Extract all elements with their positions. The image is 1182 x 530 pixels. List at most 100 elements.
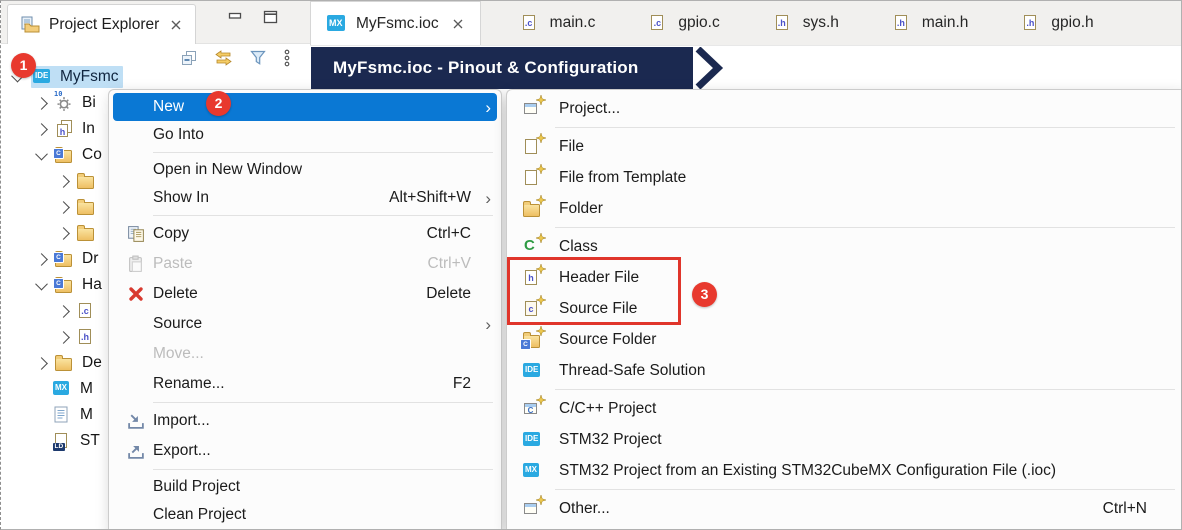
- menu-label: Build Project: [153, 478, 240, 496]
- menu-label: Project...: [559, 100, 620, 118]
- submenu-item-stm32-project-from-ioc[interactable]: MX STM32 Project from an Existing STM32C…: [507, 455, 1182, 486]
- new-other-icon: [523, 500, 543, 518]
- delete-icon: [128, 286, 144, 302]
- menu-item-import[interactable]: Import...: [109, 406, 501, 436]
- submenu-item-c-cpp-project[interactable]: C C/C++ Project: [507, 393, 1182, 424]
- menu-item-delete[interactable]: Delete Delete: [109, 279, 501, 309]
- tab-label: gpio.h: [1051, 14, 1093, 32]
- text-file-icon: [53, 406, 73, 424]
- menu-item-open-in-new-window[interactable]: Open in New Window: [109, 156, 501, 184]
- tab-main-h[interactable]: .h main.h: [879, 1, 983, 45]
- tab-gpio-c[interactable]: .c gpio.c: [635, 1, 733, 45]
- submenu-item-stm32-project[interactable]: IDE STM32 Project: [507, 424, 1182, 455]
- menu-label: C/C++ Project: [559, 400, 656, 418]
- expand-icon[interactable]: [57, 305, 70, 318]
- highlight-box: [507, 257, 681, 325]
- c-file-icon: .c: [649, 14, 669, 32]
- tree-item-label: MyFsmc: [60, 68, 119, 86]
- menu-label: Export...: [153, 442, 211, 460]
- collapse-icon[interactable]: [35, 277, 48, 290]
- expand-icon[interactable]: [35, 123, 48, 136]
- link-with-editor-icon[interactable]: [214, 50, 233, 66]
- menu-label: Class: [559, 238, 598, 256]
- submenu-item-folder[interactable]: Folder: [507, 193, 1182, 224]
- collapse-all-icon[interactable]: [181, 50, 197, 66]
- submenu-item-source-folder[interactable]: C Source Folder: [507, 324, 1182, 355]
- menu-separator: [555, 389, 1175, 390]
- collapse-icon[interactable]: [35, 147, 48, 160]
- menu-separator: [153, 152, 493, 153]
- pinout-configuration-header[interactable]: MyFsmc.ioc - Pinout & Configuration: [311, 47, 693, 89]
- tab-main-c[interactable]: .c main.c: [507, 1, 610, 45]
- minimize-icon[interactable]: [228, 10, 243, 24]
- maximize-icon[interactable]: [263, 10, 278, 24]
- paste-icon: [127, 255, 145, 273]
- folder-icon: [77, 224, 97, 242]
- view-menu-icon[interactable]: [283, 49, 291, 67]
- tab-label: main.c: [550, 14, 596, 32]
- menu-item-new[interactable]: New ›: [113, 93, 497, 121]
- tab-label: gpio.c: [678, 14, 719, 32]
- expand-icon[interactable]: [57, 331, 70, 344]
- h-file-icon: .h: [1022, 14, 1042, 32]
- ide-project-icon: IDE: [33, 68, 53, 86]
- tab-project-explorer[interactable]: Project Explorer: [7, 4, 196, 44]
- expand-icon[interactable]: [57, 201, 70, 214]
- tree-item-label: ST: [80, 432, 100, 450]
- expand-icon[interactable]: [57, 175, 70, 188]
- mx-file-icon: MX: [53, 380, 73, 398]
- menu-item-source[interactable]: Source ›: [109, 309, 501, 339]
- menu-item-export[interactable]: Export...: [109, 436, 501, 466]
- breadcrumb: MyFsmc.ioc - Pinout & Configuration: [333, 58, 638, 78]
- menu-accelerator: Ctrl+N: [1103, 500, 1147, 518]
- close-icon[interactable]: [452, 18, 464, 30]
- menu-separator: [153, 215, 493, 216]
- step-badge-3: 3: [692, 282, 717, 307]
- menu-separator: [153, 402, 493, 403]
- expand-icon[interactable]: [35, 253, 48, 266]
- menu-label: Clean Project: [153, 506, 246, 524]
- menu-item-rename[interactable]: Rename... F2: [109, 369, 501, 399]
- close-icon[interactable]: [170, 19, 182, 31]
- menu-label: Import...: [153, 412, 210, 430]
- tree-item-label: In: [82, 120, 95, 138]
- includes-icon: h: [55, 120, 75, 138]
- menu-item-go-into[interactable]: Go Into: [109, 121, 501, 149]
- expand-icon[interactable]: [57, 227, 70, 240]
- c-file-icon: .c: [77, 302, 97, 320]
- submenu-item-other[interactable]: Other... Ctrl+N: [507, 493, 1182, 524]
- tab-gpio-h[interactable]: .h gpio.h: [1008, 1, 1107, 45]
- menu-item-clean-project[interactable]: Clean Project: [109, 501, 501, 529]
- menu-accelerator: F2: [453, 375, 471, 393]
- menu-accelerator: Ctrl+V: [428, 255, 472, 273]
- menu-label: File: [559, 138, 584, 156]
- ide-icon: IDE: [523, 431, 543, 449]
- menu-item-move[interactable]: Move...: [109, 339, 501, 369]
- tree-item-myfsmc[interactable]: IDE MyFsmc: [3, 64, 310, 90]
- submenu-arrow-icon: ›: [477, 190, 491, 207]
- expand-icon[interactable]: [35, 357, 48, 370]
- tab-sys-h[interactable]: .h sys.h: [760, 1, 853, 45]
- tab-label: sys.h: [803, 14, 839, 32]
- submenu-item-thread-safe-solution[interactable]: IDE Thread-Safe Solution: [507, 355, 1182, 386]
- menu-item-copy[interactable]: Copy Ctrl+C: [109, 219, 501, 249]
- c-folder-icon: C: [55, 250, 75, 268]
- menu-label: Rename...: [153, 375, 225, 393]
- menu-label: Paste: [153, 255, 193, 273]
- submenu-item-file-from-template[interactable]: File from Template: [507, 162, 1182, 193]
- tree-item-label: Ha: [82, 276, 102, 294]
- submenu-item-project[interactable]: Project...: [507, 93, 1182, 124]
- tab-myfsmc-ioc[interactable]: MX MyFsmc.ioc: [310, 1, 481, 45]
- menu-item-show-in[interactable]: Show In Alt+Shift+W ›: [109, 184, 501, 212]
- filter-icon[interactable]: [250, 50, 266, 66]
- editor-tabbar: MX MyFsmc.ioc .c main.c .c gpio.c .h sys…: [310, 1, 1181, 46]
- submenu-item-file[interactable]: File: [507, 131, 1182, 162]
- expand-icon[interactable]: [35, 97, 48, 110]
- submenu-arrow-icon: ›: [477, 316, 491, 333]
- project-explorer-title: Project Explorer: [49, 16, 159, 34]
- menu-item-build-project[interactable]: Build Project: [109, 473, 501, 501]
- menu-label: Open in New Window: [153, 161, 302, 179]
- ide-icon: IDE: [523, 362, 543, 380]
- menu-item-paste[interactable]: Paste Ctrl+V: [109, 249, 501, 279]
- tree-item-label: Dr: [82, 250, 98, 268]
